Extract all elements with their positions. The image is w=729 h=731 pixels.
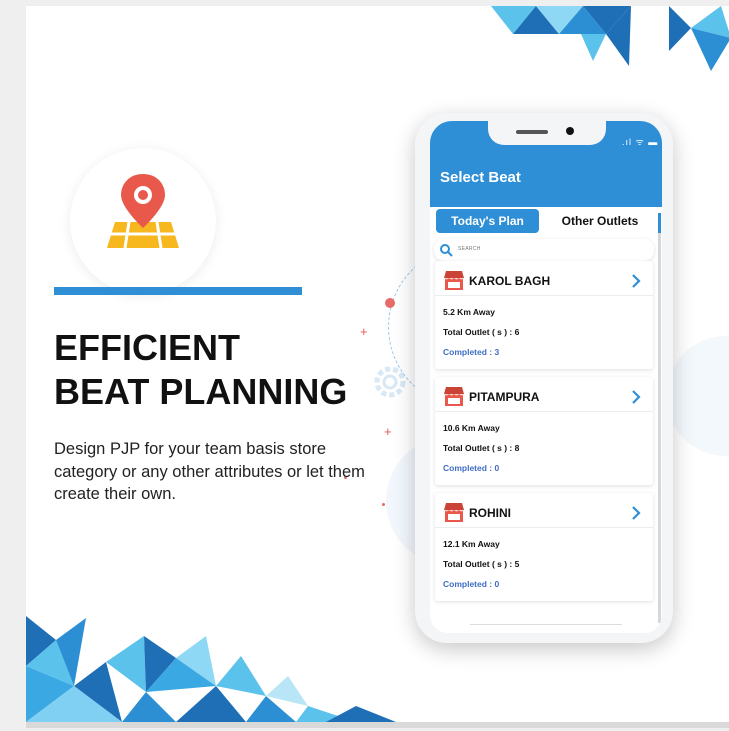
speaker-grille <box>516 130 548 134</box>
decorative-plus: + <box>384 424 392 439</box>
beat-name: ROHINI <box>469 506 511 520</box>
app-bar-title: Select Beat <box>440 169 521 186</box>
store-icon <box>444 503 464 522</box>
chevron-right-icon[interactable] <box>629 387 643 407</box>
store-icon <box>444 271 464 290</box>
beat-distance: 12.1 Km Away <box>443 539 500 549</box>
top-triangle-decoration <box>491 6 729 71</box>
beat-card-pitampura[interactable]: PITAMPURA 10.6 Km Away Total Outlet ( s … <box>435 377 653 485</box>
search-icon <box>440 244 453 257</box>
beat-completed: Completed : 3 <box>443 347 500 357</box>
beat-distance: 10.6 Km Away <box>443 423 500 433</box>
tab-other-outlets[interactable]: Other Outlets <box>546 209 654 233</box>
beat-completed: Completed : 0 <box>443 463 500 473</box>
feature-description: Design PJP for your team basis store cat… <box>54 440 365 503</box>
gear-icon <box>374 366 406 398</box>
chevron-right-icon[interactable] <box>629 271 643 291</box>
status-bar-icons: .ıl ᯤ ▬ <box>622 137 659 147</box>
decorative-dot <box>382 503 385 506</box>
beat-card-rohini[interactable]: ROHINI 12.1 Km Away Total Outlet ( s ) :… <box>435 493 653 601</box>
headline-line-1: EFFICIENT <box>54 327 240 368</box>
tab-bar: Today's Plan Other Outlets <box>430 207 662 235</box>
scrollbar-track[interactable] <box>658 213 661 623</box>
bottom-divider <box>470 624 622 625</box>
beat-total-outlets: Total Outlet ( s ) : 6 <box>443 327 520 337</box>
page-title: EFFICIENT BEAT PLANNING <box>54 326 374 414</box>
chevron-right-icon[interactable] <box>629 503 643 523</box>
beat-total-outlets: Total Outlet ( s ) : 5 <box>443 559 520 569</box>
beat-name: KAROL BAGH <box>469 274 551 288</box>
beat-distance: 5.2 Km Away <box>443 307 495 317</box>
feature-icon-circle <box>70 148 216 294</box>
map-location-pin-icon <box>107 174 179 249</box>
phone-screen: .ıl ᯤ ▬ Select Beat Today's Plan Other O… <box>430 121 662 633</box>
accent-bar <box>54 287 302 295</box>
tab-todays-plan[interactable]: Today's Plan <box>436 209 539 233</box>
card-shadow <box>26 722 729 728</box>
phone-notch <box>488 121 606 145</box>
phone-mockup: .ıl ᯤ ▬ Select Beat Today's Plan Other O… <box>415 113 673 643</box>
store-icon <box>444 387 464 406</box>
search-placeholder: SEARCH <box>458 246 481 252</box>
background-blob <box>666 336 729 456</box>
beat-name: PITAMPURA <box>469 390 540 404</box>
beat-card-karol-bagh[interactable]: KAROL BAGH 5.2 Km Away Total Outlet ( s … <box>435 261 653 369</box>
search-input[interactable]: SEARCH <box>434 239 654 261</box>
card-divider <box>435 295 653 296</box>
scrollbar-thumb[interactable] <box>658 213 661 233</box>
decorative-dot <box>385 298 395 308</box>
bottom-triangle-decoration <box>26 616 396 722</box>
card-divider <box>435 411 653 412</box>
beat-completed: Completed : 0 <box>443 579 500 589</box>
card-divider <box>435 527 653 528</box>
beat-total-outlets: Total Outlet ( s ) : 8 <box>443 443 520 453</box>
headline-line-2: BEAT PLANNING <box>54 371 348 412</box>
front-camera <box>566 127 574 135</box>
